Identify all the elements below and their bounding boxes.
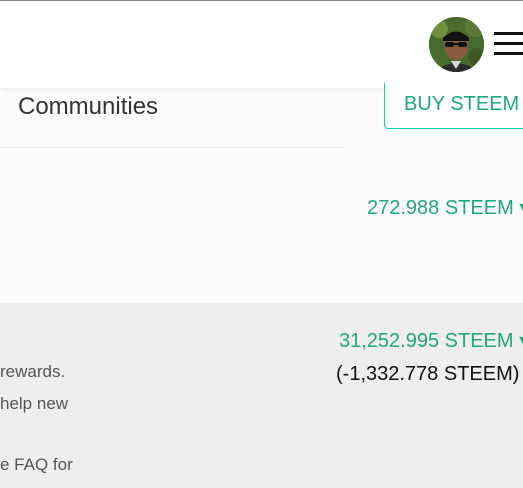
hamburger-line <box>494 52 523 55</box>
hamburger-menu-icon[interactable] <box>494 32 523 58</box>
user-avatar-photo-icon <box>429 17 484 72</box>
section-divider <box>0 147 343 148</box>
steem-balance-dropdown[interactable]: 272.988 STEEM ▾ <box>367 196 523 220</box>
top-header <box>0 1 523 88</box>
user-avatar[interactable] <box>429 17 484 72</box>
steem-power-description-line: rewards. <box>0 362 66 381</box>
delegated-steem-power-value: (-1,332.778 STEEM) <box>336 363 520 385</box>
buy-steem-button[interactable]: BUY STEEM <box>384 83 523 129</box>
hamburger-line <box>494 42 523 45</box>
steem-power-balance-dropdown[interactable]: 31,252.995 STEEM ▾ <box>339 329 523 353</box>
hamburger-line <box>494 32 523 35</box>
communities-link[interactable]: Communities <box>18 92 158 122</box>
faq-description-line: e FAQ for <box>0 455 73 474</box>
steem-power-description-line: help new <box>0 394 69 413</box>
